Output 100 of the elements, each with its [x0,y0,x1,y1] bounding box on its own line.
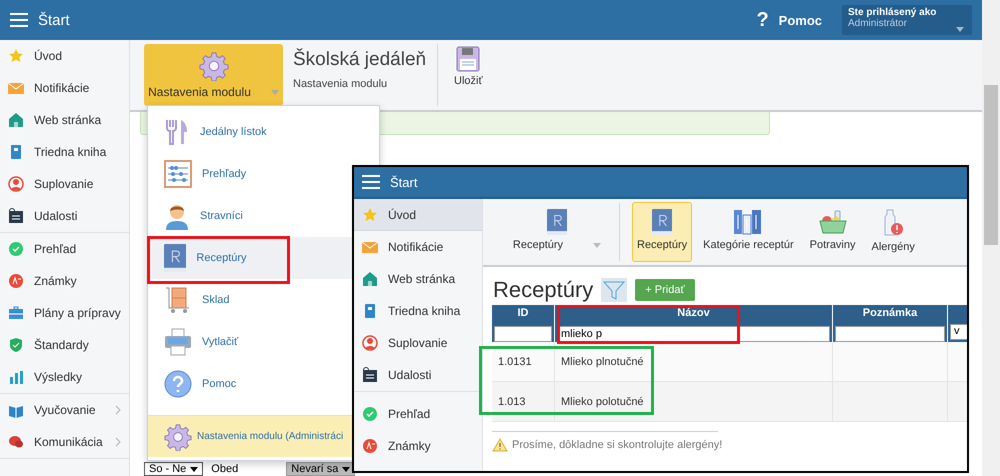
shield-icon [8,336,24,352]
star-icon [362,206,378,222]
book-icon [652,209,672,235]
help-icon[interactable]: ? [756,8,769,32]
toolbar-button[interactable]: Receptúry [632,202,692,262]
briefcase-icon [8,304,24,320]
caret-icon [270,90,279,94]
page-heading: Receptúry [493,277,594,303]
printer-icon [164,328,192,356]
sidebar-item[interactable]: Notifikácie [354,231,482,263]
sidebar-item[interactable]: Prehľad [0,233,129,265]
table-cell: 1.013 [492,382,555,422]
sidebar-item[interactable]: Vyučovanie [0,394,129,426]
bar-chart-icon [8,368,24,384]
menu-item[interactable]: Pomoc [148,363,352,405]
grade-circle-icon [8,272,24,288]
toolbar-button[interactable]: Receptúry [507,202,607,262]
menu-item[interactable]: Stravníci [148,195,352,237]
module-subtitle: Nastavenia modulu [293,78,388,90]
column-header[interactable]: ID [492,305,555,322]
toolbar-button[interactable]: Potraviny [804,202,860,262]
cart-boxes-icon [164,286,192,314]
scrollbar-thumb[interactable] [984,85,998,245]
menu-item[interactable]: Receptúry [148,237,352,279]
sidebar-item[interactable]: Suplovanie [354,327,482,359]
sidebar-item[interactable]: Triedna kniha [354,295,482,327]
column-header[interactable]: Poznámka [833,305,948,322]
chevron-icon [115,404,121,414]
fork-knife-icon [164,118,190,146]
calendar-icon [362,366,378,382]
sidebar-item[interactable]: Výsledky [0,361,129,393]
help-circle-icon [164,370,192,398]
notebook-icon [362,302,378,318]
filter-input[interactable] [494,326,552,342]
sidebar-item[interactable]: Web stránka [354,263,482,295]
binders-icon [733,209,764,235]
menu-icon[interactable] [10,13,28,27]
caret-icon [593,242,602,248]
sidebar-item[interactable]: Plány a prípravy [0,297,129,329]
caret-icon [956,27,964,32]
menu-item[interactable]: Vytlačiť [148,321,352,363]
help-link[interactable]: Pomoc [778,12,822,28]
warning-icon [492,438,508,452]
person-icon [362,334,378,350]
person-icon [164,202,190,230]
select-field[interactable]: Nevarí sa [286,462,356,476]
sidebar-item[interactable]: Známky [354,430,482,462]
app-title: Štart [390,174,418,190]
sidebar-item[interactable]: Úvod [0,40,129,72]
book-icon [164,244,186,272]
book-icon [546,209,568,235]
user-dropdown[interactable]: Ste prihlásený ako Administrátor [842,5,972,35]
calendar-icon [8,208,24,224]
sidebar-item[interactable]: Známky [0,265,129,297]
menu-item[interactable]: Jedálny lístok [148,111,379,153]
abacus-icon [164,160,192,188]
sidebar-item[interactable]: Notifikácie [0,72,129,104]
gear-icon [164,422,192,450]
sidebar-item[interactable]: Úvod [354,199,482,231]
menu-item[interactable]: Sklad [148,279,352,321]
check-circle-icon [362,406,378,422]
select-field[interactable]: So - Ne [144,462,204,476]
filter-input[interactable] [835,326,945,342]
module-button[interactable]: Nastavenia modulu [144,44,283,106]
user-name: Administrátor [848,18,908,29]
sidebar-item[interactable]: Triedna kniha [0,136,129,168]
check-circle-icon [8,240,24,256]
caret-icon [342,466,350,472]
toolbar-button[interactable]: Alergény [866,202,920,262]
warning-text: Prosíme, dôkladne si skontrolujte alergény! [512,439,722,451]
user-label: Ste prihlásený ako [848,7,938,18]
sidebar-item[interactable]: Udalosti [0,200,129,232]
house-icon [362,270,378,286]
grocery-basket-icon [818,209,848,235]
chevron-icon [115,436,121,446]
table-cell: Mlieko polotučné [555,382,833,422]
sidebar-item[interactable]: Udalosti [354,359,482,391]
table-cell: 1.0131 [492,342,555,382]
sidebar-item[interactable]: Prehľad [354,398,482,430]
table-cell: Mlieko plnotučné [555,342,833,382]
module-title: Školská jedáleň [293,48,427,72]
gear-icon [198,51,228,81]
chat-icon [8,434,24,450]
notebook-icon [8,144,24,160]
sidebar-item[interactable]: Komunikácia [0,426,129,458]
star-icon [8,48,24,64]
menu-item[interactable]: Nastavenia modulu (Administráci [148,415,352,457]
sidebar-item[interactable]: Web stránka [0,104,129,136]
filter-input[interactable]: mlieko p [557,326,830,342]
funnel-icon [601,278,628,302]
toolbar-button[interactable]: Kategórie receptúr [698,202,799,262]
caret-icon [190,466,198,472]
sidebar-item[interactable]: Štandardy [0,329,129,361]
grade-circle-icon [362,438,378,454]
house-icon [8,112,24,128]
scrollbar[interactable] [982,0,1000,476]
sidebar-item[interactable]: Suplovanie [0,168,129,200]
filter-select[interactable]: v [950,324,967,340]
menu-icon[interactable] [362,175,380,189]
save-button[interactable]: Uložiť [448,44,489,106]
